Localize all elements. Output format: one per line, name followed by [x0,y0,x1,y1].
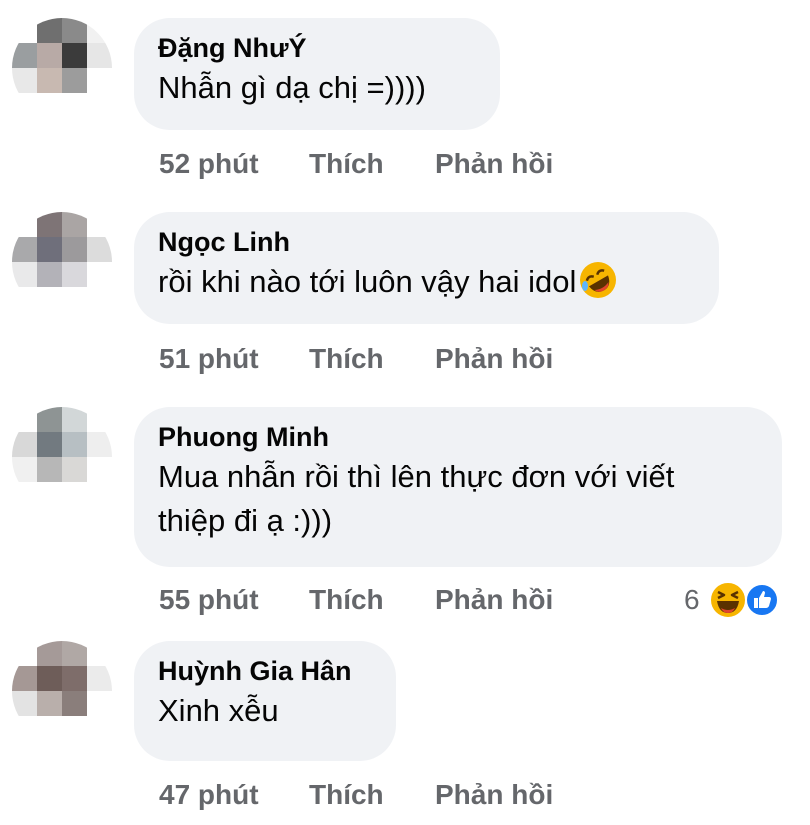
avatar-pixel [12,666,37,691]
avatar-pixel [62,691,87,716]
avatar-pixel [87,716,112,741]
avatar-pixel [87,691,112,716]
avatar-pixel [12,68,37,93]
comment-time[interactable]: 55 phút [159,584,259,616]
avatar-pixel [87,212,112,237]
avatar-pixel [37,262,62,287]
commenter-name[interactable]: Ngọc Linh [158,224,693,260]
reply-button[interactable]: Phản hồi [435,148,553,180]
avatar-pixel [87,237,112,262]
avatar-pixel [12,641,37,666]
avatar-pixel [87,287,112,312]
avatar-pixel [37,407,62,432]
avatar-pixel [12,212,37,237]
commenter-name[interactable]: Đặng NhưÝ [158,30,474,66]
avatar-pixel [12,237,37,262]
avatar-pixel [37,666,62,691]
avatar-pixel [12,716,37,741]
avatar-pixel [87,407,112,432]
avatar-pixel [87,457,112,482]
avatar-pixel [12,457,37,482]
avatar-pixel [62,43,87,68]
avatar-pixel [37,18,62,43]
comment-text: Nhẫn gì dạ chị =)))) [158,70,426,105]
like-button[interactable]: Thích [309,779,384,811]
avatar-pixel [62,457,87,482]
avatar-pixel [12,93,37,118]
comment-text-line: Mua nhẫn rồi thì lên thực đơn với viết [158,459,675,494]
avatar-pixel [62,68,87,93]
avatar-pixel [87,43,112,68]
comment-time[interactable]: 52 phút [159,148,259,180]
commenter-name[interactable]: Huỳnh Gia Hân [158,653,370,689]
reply-button[interactable]: Phản hồi [435,343,553,375]
comment-text: rồi khi nào tới luôn vậy hai idol [158,260,693,304]
avatar-pixel [37,432,62,457]
comment-bubble: Huỳnh Gia Hân Xinh xễu [134,641,396,761]
avatar-pixel [62,716,87,741]
avatar-pixel [87,432,112,457]
avatar-pixel [37,482,62,507]
reaction-count: 6 [684,584,700,615]
reactions-summary[interactable]: 6 [684,580,794,624]
like-button[interactable]: Thích [309,148,384,180]
avatar-pixel [37,691,62,716]
avatar-pixel [62,407,87,432]
avatar-pixel [12,407,37,432]
comment-bubble: Phuong Minh Mua nhẫn rồi thì lên thực đơ… [134,407,782,567]
rolling-laughing-emoji-icon [578,260,618,300]
avatar-pixel [37,716,62,741]
reply-button[interactable]: Phản hồi [435,584,553,616]
commenter-name[interactable]: Phuong Minh [158,419,756,455]
avatar[interactable] [12,641,112,741]
like-reaction-icon [744,582,780,618]
avatar-pixel [37,93,62,118]
avatar-pixel [62,18,87,43]
avatar-pixel [37,641,62,666]
comment-bubble: Đặng NhưÝ Nhẫn gì dạ chị =)))) [134,18,500,130]
avatar-pixel [62,237,87,262]
haha-reaction-icon [708,580,748,620]
avatar-pixel [87,666,112,691]
avatar-pixel [37,237,62,262]
avatar-pixel [62,641,87,666]
avatar-pixel [87,68,112,93]
avatar-pixel [37,287,62,312]
avatar-pixel [62,482,87,507]
avatar-pixel [87,93,112,118]
avatar-pixel [12,432,37,457]
like-button[interactable]: Thích [309,584,384,616]
avatar-pixel [62,432,87,457]
avatar-pixel [37,68,62,93]
avatar-pixel [12,691,37,716]
comment-text: Xinh xễu [158,693,279,728]
avatar-pixel [87,262,112,287]
avatar-pixel [12,43,37,68]
avatar-pixel [12,482,37,507]
avatar-pixel [62,212,87,237]
avatar-pixel [62,666,87,691]
comment-time[interactable]: 47 phút [159,779,259,811]
avatar-pixel [87,18,112,43]
avatar-pixel [37,457,62,482]
avatar-pixel [12,262,37,287]
avatar-pixel [62,287,87,312]
avatar-pixel [87,482,112,507]
avatar-pixel [37,212,62,237]
avatar-pixel [62,262,87,287]
avatar-pixel [12,18,37,43]
like-button[interactable]: Thích [309,343,384,375]
avatar-pixel [62,93,87,118]
avatar[interactable] [12,18,112,118]
avatar-pixel [37,43,62,68]
avatar-pixel [87,641,112,666]
comment-bubble: Ngọc Linh rồi khi nào tới luôn vậy hai i… [134,212,719,324]
comment-time[interactable]: 51 phút [159,343,259,375]
reply-button[interactable]: Phản hồi [435,779,553,811]
avatar-pixel [12,287,37,312]
avatar[interactable] [12,407,112,507]
avatar[interactable] [12,212,112,312]
comment-text-line: thiệp đi ạ :))) [158,503,333,538]
